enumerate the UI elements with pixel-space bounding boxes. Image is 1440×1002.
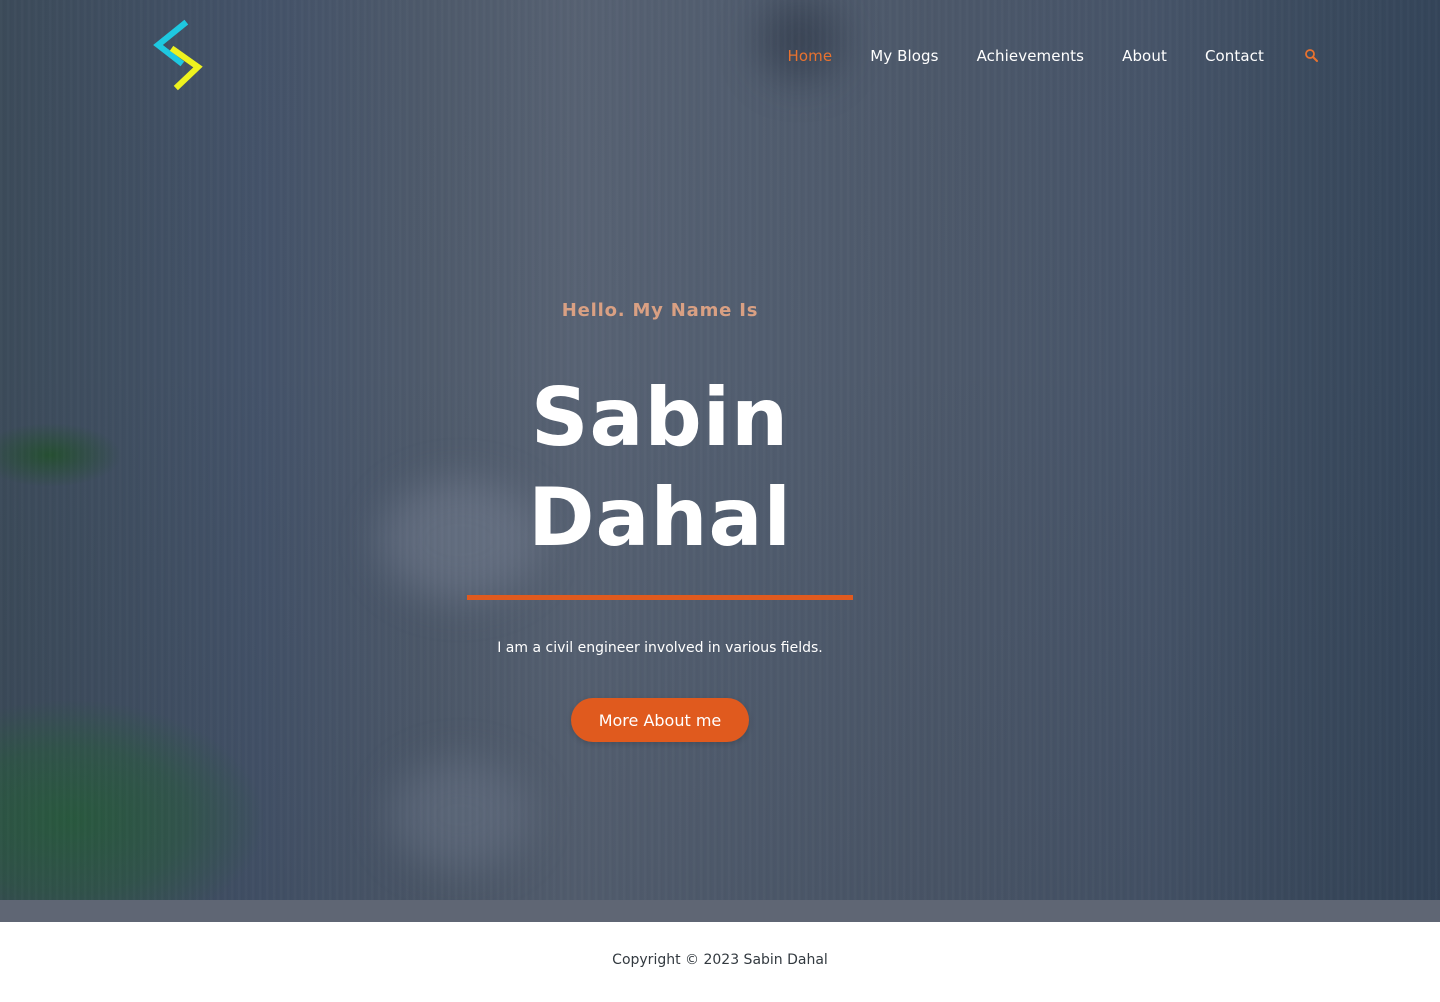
nav-item-home[interactable]: Home [788, 47, 833, 65]
nav-item-achievements[interactable]: Achievements [977, 47, 1085, 65]
footer: Copyright © 2023 Sabin Dahal [0, 922, 1440, 1002]
nav-item-my-blogs[interactable]: My Blogs [870, 47, 938, 65]
site-logo[interactable] [150, 18, 206, 94]
first-name: Sabin [530, 371, 790, 464]
last-name: Dahal [528, 471, 792, 564]
nav-item-about[interactable]: About [1122, 47, 1167, 65]
accent-divider [467, 595, 853, 600]
main-nav: Home My Blogs Achievements About Contact [750, 44, 1320, 68]
hero-name: Sabin Dahal [460, 368, 860, 568]
more-about-me-button[interactable]: More About me [571, 698, 749, 742]
copyright-text: Copyright © 2023 Sabin Dahal [612, 952, 828, 968]
hero-section: Home My Blogs Achievements About Contact… [0, 0, 1440, 900]
tagline: I am a civil engineer involved in variou… [497, 640, 823, 656]
chevron-logo-icon [153, 19, 203, 91]
greeting: Hello. My Name Is [561, 300, 759, 321]
search-icon[interactable] [1304, 48, 1320, 64]
section-divider-strip [0, 900, 1440, 922]
nav-item-contact[interactable]: Contact [1205, 47, 1264, 65]
